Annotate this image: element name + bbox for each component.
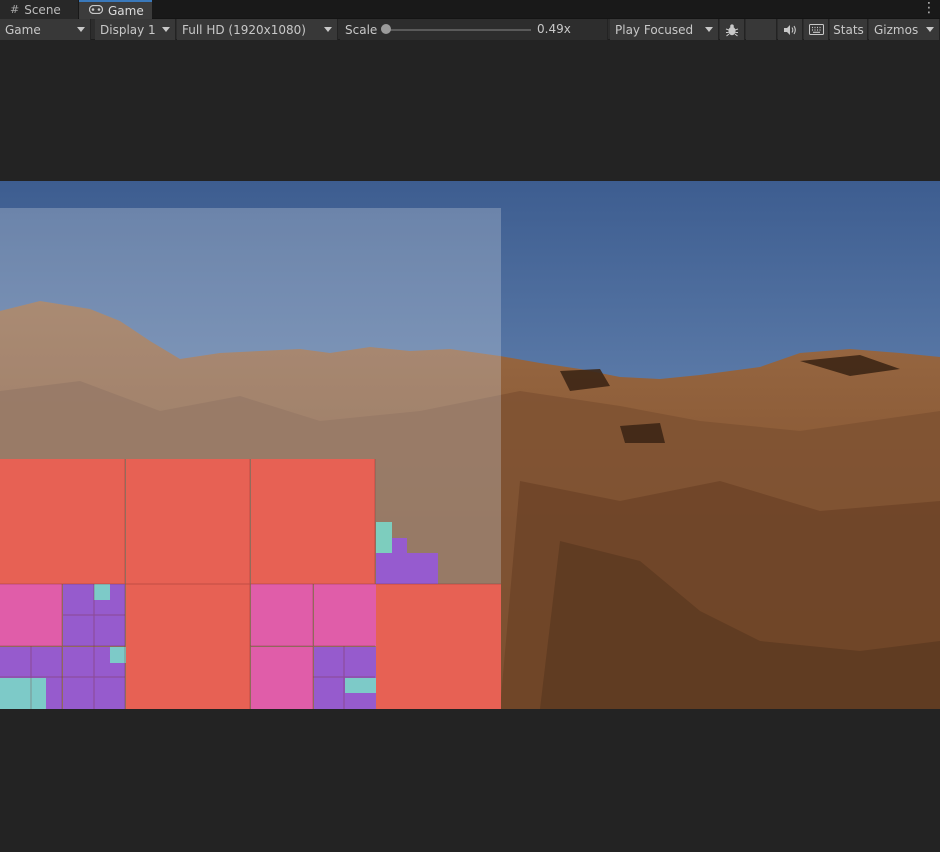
scale-control: Scale 0.49x: [340, 19, 608, 40]
audio-toggle-button[interactable]: [778, 19, 803, 40]
resolution-select-value: Full HD (1920x1080): [182, 22, 306, 37]
gamepad-icon: [88, 4, 104, 16]
grid-icon: #: [10, 3, 20, 16]
display-select-value: Display 1: [100, 22, 156, 37]
play-mode-select[interactable]: Play Focused: [610, 19, 719, 40]
tab-game-label: Game: [108, 3, 144, 18]
chevron-down-icon: [324, 27, 332, 32]
display-select[interactable]: Display 1: [95, 19, 176, 40]
gizmos-select[interactable]: Gizmos: [869, 19, 940, 40]
toolbar-spacer-button[interactable]: [746, 19, 777, 40]
tab-game[interactable]: Game: [79, 0, 152, 19]
keyboard-icon: [808, 24, 824, 35]
kebab-menu-icon[interactable]: ⋮: [922, 1, 936, 18]
tab-scene[interactable]: # Scene: [0, 0, 78, 19]
stats-label: Stats: [833, 22, 864, 37]
keyboard-shortcuts-button[interactable]: [804, 19, 829, 40]
speaker-icon: [784, 24, 796, 35]
scale-label: Scale: [345, 22, 378, 37]
window-tab-bar: # Scene Game ⋮: [0, 0, 940, 19]
gizmos-label: Gizmos: [874, 22, 919, 37]
chevron-down-icon: [926, 27, 934, 32]
stats-toggle-button[interactable]: Stats: [830, 19, 868, 40]
play-mode-value: Play Focused: [615, 22, 694, 37]
mip-grid-lines: [0, 459, 501, 709]
chevron-down-icon: [77, 27, 85, 32]
tab-scene-label: Scene: [24, 2, 61, 17]
scale-slider-track[interactable]: [385, 29, 531, 31]
bug-icon: [725, 23, 739, 36]
view-select[interactable]: Game: [0, 19, 91, 40]
resolution-select[interactable]: Full HD (1920x1080): [177, 19, 338, 40]
debug-toggle-button[interactable]: [720, 19, 745, 40]
game-view-render[interactable]: [0, 181, 940, 709]
game-toolbar: Game Display 1 Full HD (1920x1080) Scale…: [0, 19, 940, 40]
chevron-down-icon: [162, 27, 170, 32]
scale-slider-thumb[interactable]: [381, 24, 391, 34]
view-select-value: Game: [5, 22, 41, 37]
chevron-down-icon: [705, 27, 713, 32]
scale-value: 0.49x: [537, 22, 571, 36]
